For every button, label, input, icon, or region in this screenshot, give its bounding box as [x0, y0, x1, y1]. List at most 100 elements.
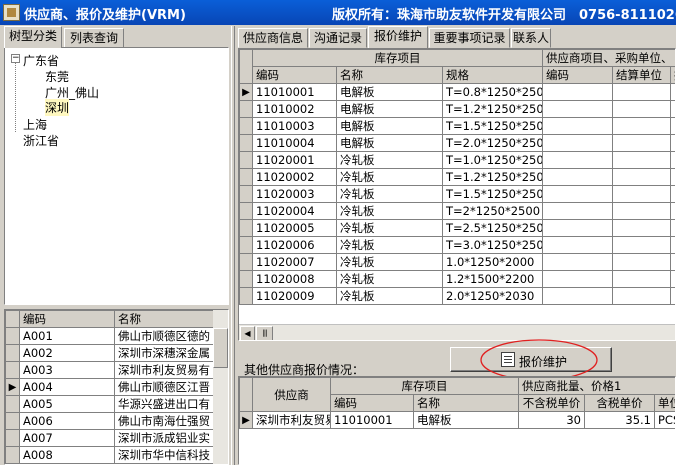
region-tree[interactable]: − 广东省 东莞 广州_佛山 深圳 上海 浙江省 [4, 47, 229, 305]
cell-name: 深圳市深穗深金属 [114, 344, 214, 362]
cell-code: 11020001 [252, 151, 337, 169]
cell-name: 佛山市顺德区江晋 [114, 378, 214, 396]
cell-code: A004 [19, 378, 115, 396]
col-header-price-ex-tax: 不含税单价 [518, 394, 585, 412]
col-header-code: 编码 [330, 394, 414, 412]
col-header-unit: 单位 [653, 394, 675, 412]
tree-node-shenzhen[interactable]: 深圳 [45, 99, 70, 116]
current-row-arrow-icon: ▶ [239, 411, 253, 429]
cell-spec: 1.0*1250*2000 [441, 253, 544, 271]
cell-code: 11010004 [252, 134, 337, 152]
table-row[interactable]: 11020003 冷轧板 T=1.5*1250*2500 [239, 185, 675, 203]
row-indicator-header [239, 49, 253, 84]
annotation-ellipse [480, 339, 598, 381]
tab-list-query[interactable]: 列表查询 [64, 28, 124, 48]
current-row-arrow-icon: ▶ [239, 83, 253, 101]
tab-quote-maintenance[interactable]: 报价维护 [368, 26, 428, 48]
tab-communication[interactable]: 沟通记录 [309, 28, 367, 48]
copyright-text: 版权所有：珠海市助友软件开发有限公司 0756-8111026 [332, 8, 676, 23]
scroll-left-icon[interactable]: ◀ [240, 326, 255, 340]
tree-node-zhejiang[interactable]: 浙江省 [23, 132, 59, 149]
table-row[interactable]: A003 深圳市利友贸易有 [5, 361, 214, 379]
scroll-thumb[interactable] [213, 328, 228, 368]
table-row-selected[interactable]: ▶深圳市利友贸易11010001电解板3035.1PCS [239, 411, 675, 429]
table-row[interactable]: 11020009 冷轧板 2.0*1250*2030 [239, 287, 675, 305]
cell-spec: T=1.2*1250*2500 [441, 168, 544, 186]
cell-code: 11020007 [252, 253, 337, 271]
table-row[interactable]: 11010003 电解板 T=1.5*1250*2500 [239, 117, 675, 135]
table-row[interactable]: 11020008 冷轧板 1.2*1500*2200 [239, 270, 675, 288]
cell-code: A008 [19, 446, 115, 464]
cell-code: 11010001 [252, 83, 337, 101]
table-row[interactable]: 11020001 冷轧板 T=1.0*1250*2500 [239, 151, 675, 169]
cell-code: A007 [19, 429, 115, 447]
cell-name: 冷轧板 [336, 151, 443, 169]
inventory-hscrollbar[interactable]: ◀ ||| [239, 324, 675, 340]
group-header-price: 供应商批量、价格1 [517, 377, 675, 395]
cell-code: 11020004 [252, 202, 337, 220]
tab-important-records[interactable]: 重要事项记录 [429, 28, 510, 48]
cell-spec: 2.0*1250*2030 [441, 287, 544, 305]
cell-code: A005 [19, 395, 115, 413]
cell-code: 11010003 [252, 117, 337, 135]
cell-price-ex-tax: 30 [518, 411, 585, 429]
cell-name: 冷轧板 [336, 287, 443, 305]
col-header-supplier-code: 编码 [542, 66, 614, 84]
table-row[interactable]: 11020005 冷轧板 T=2.5*1250*2500 [239, 219, 675, 237]
quotes-grid-panel: 供应商库存项目供应商批量、价格1 编码名称不含税单价含税单价单位 ▶深圳市利友贸… [238, 376, 676, 465]
group-header-supplier-item: 供应商项目、采购单位、 [542, 49, 675, 67]
cell-code: 11010001 [330, 411, 414, 429]
table-row-selected[interactable]: ▶ 11010001 电解板 T=0.8*1250*2500 [239, 83, 675, 101]
tree-node-guangdong[interactable]: 广东省 [23, 52, 59, 69]
inventory-grid-panel: 库存项目供应商项目、采购单位、 编码名称规格编码结算单位报 ▶11010001电… [238, 48, 676, 341]
cell-spec: T=0.8*1250*2500 [441, 83, 544, 101]
cell-code: A002 [19, 344, 115, 362]
table-row[interactable]: 11020007 冷轧板 1.0*1250*2000 [239, 253, 675, 271]
cell-name: 电解板 [413, 411, 519, 429]
cell-name: 冷轧板 [336, 202, 443, 220]
cell-code: A006 [19, 412, 115, 430]
table-row[interactable]: 11010004 电解板 T=2.0*1250*2500 [239, 134, 675, 152]
title-bar: 供应商、报价及维护(VRM) 版权所有：珠海市助友软件开发有限公司 0756-8… [0, 0, 676, 25]
col-header-name: 名称 [336, 66, 443, 84]
tab-contacts[interactable]: 联系人 [511, 28, 551, 48]
cell-price-inc-tax: 35.1 [584, 411, 655, 429]
group-header-inventory: 库存项目 [251, 49, 544, 67]
tree-node-dongguan[interactable]: 东莞 [45, 68, 69, 85]
cell-code: 11020006 [252, 236, 337, 254]
tab-supplier-info[interactable]: 供应商信息 [238, 28, 308, 48]
cell-spec: T=3.0*1250*2500 [441, 236, 544, 254]
table-row[interactable]: 11020004 冷轧板 T=2*1250*2500 [239, 202, 675, 220]
app-icon [3, 4, 20, 21]
vertical-splitter[interactable] [231, 26, 235, 465]
col-header-spec: 规格 [441, 66, 544, 84]
col-header-supplier: 供应商 [252, 377, 331, 412]
table-row[interactable]: A002 深圳市深穗深金属 [5, 344, 214, 362]
cell-code: 11020003 [252, 185, 337, 203]
quotes-table: 供应商库存项目供应商批量、价格1 编码名称不含税单价含税单价单位 ▶深圳市利友贸… [239, 377, 675, 429]
tree-node-shanghai[interactable]: 上海 [23, 116, 47, 133]
table-row[interactable]: A008 深圳市华中信科技 [5, 446, 214, 464]
table-row[interactable]: 11020002 冷轧板 T=1.2*1250*2500 [239, 168, 675, 186]
col-header-price-inc-tax: 含税单价 [584, 394, 655, 412]
cell-name: 冷轧板 [336, 253, 443, 271]
col-header-name: 名称 [114, 310, 214, 328]
cell-name: 深圳市华中信科技 [114, 446, 214, 464]
tab-tree[interactable]: 树型分类 [4, 26, 62, 48]
cell-unit: PCS [653, 411, 675, 429]
table-row-selected[interactable]: ▶ A004 佛山市顺德区江晋 [5, 378, 214, 396]
supplier-vscrollbar[interactable] [213, 310, 228, 464]
table-row[interactable]: A005 华源兴盛进出口有 [5, 395, 214, 413]
table-row[interactable]: A001 佛山市顺德区德的 [5, 327, 214, 345]
table-row[interactable]: A007 深圳市派成铝业实 [5, 429, 214, 447]
left-tab-strip: 树型分类 列表查询 [4, 26, 234, 48]
table-row[interactable]: 11020006 冷轧板 T=3.0*1250*2500 [239, 236, 675, 254]
cell-name: 冷轧板 [336, 185, 443, 203]
supplier-list-panel: 编码 名称 A001 佛山市顺德区德的 A002 深圳市深穗深金属 A003 深圳市利友… [4, 309, 229, 465]
col-header-quote: 报 [670, 66, 675, 84]
table-row[interactable]: 11010002 电解板 T=1.2*1250*2500 [239, 100, 675, 118]
cell-spec: T=2*1250*2500 [441, 202, 544, 220]
scroll-thumb[interactable]: ||| [256, 326, 273, 340]
table-row[interactable]: A006 佛山市南海仕强贸 [5, 412, 214, 430]
cell-code: A001 [19, 327, 115, 345]
